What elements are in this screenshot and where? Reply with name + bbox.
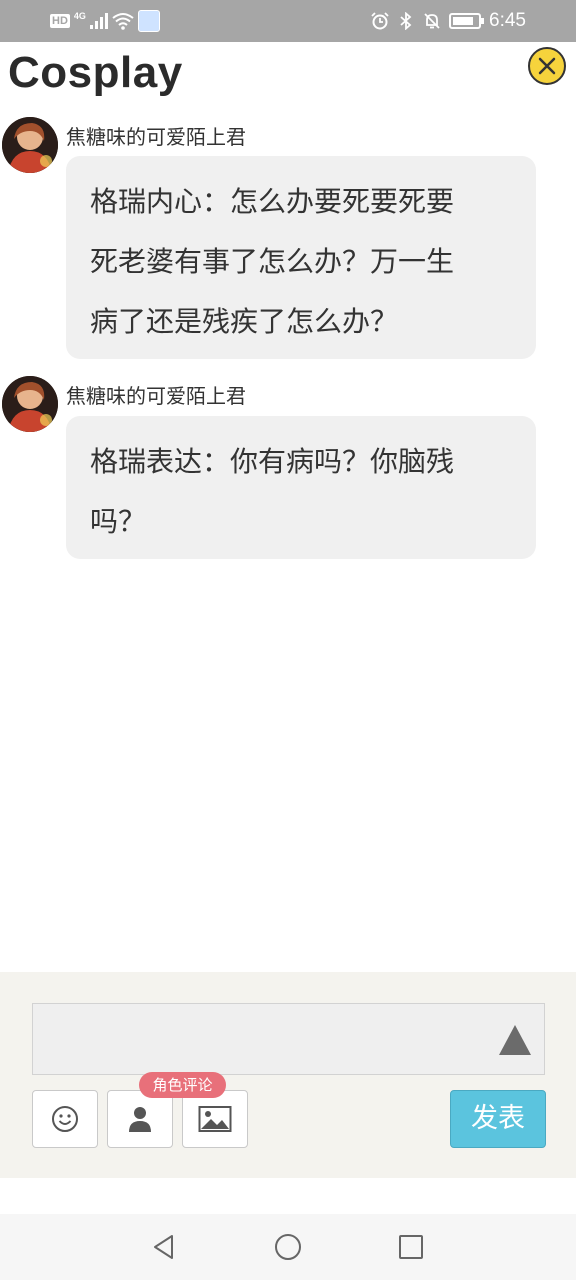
role-comment-badge[interactable]: 角色评论 [139,1072,226,1098]
status-right: 6:45 [371,8,526,34]
avatar-image [2,117,58,173]
message-text-line: 死老婆有事了怎么办？万一生 [90,245,455,278]
message-text-line: 病了还是残疾了怎么办？ [90,305,399,338]
back-icon[interactable] [150,1232,180,1262]
avatar-image [2,376,58,432]
alarm-icon [371,12,389,30]
message-text-line: 格瑞表达：你有病吗？你脑残 [90,445,455,478]
avatar[interactable] [2,376,58,432]
close-icon [538,57,556,75]
status-bar: HD 4G 6:45 [0,0,576,42]
mute-icon [424,13,440,29]
bluetooth-icon [400,12,412,30]
role-button[interactable] [107,1090,173,1148]
message-text-line: 吗？ [90,505,147,538]
app-notification-icon [137,10,160,32]
person-icon [129,1107,151,1132]
wifi-icon [112,13,134,30]
battery-icon [449,13,485,29]
clock: 6:45 [489,10,526,31]
message-username: 焦糖味的可爱陌上君 [66,125,246,149]
close-button[interactable] [528,47,566,85]
image-button[interactable] [182,1090,248,1148]
message-username: 焦糖味的可爱陌上君 [66,384,246,408]
emoji-icon [52,1106,78,1132]
message-text-line: 格瑞内心：怎么办要死要死要 [90,185,455,218]
network-indicator: 4G [73,11,86,21]
emoji-button[interactable] [32,1090,98,1148]
page-title: Cosplay [8,48,183,97]
triangle-up-icon[interactable] [498,1024,532,1056]
message-bubble: 格瑞内心：怎么办要死要死要 死老婆有事了怎么办？万一生 病了还是残疾了怎么办？ [66,156,536,359]
comment-input[interactable] [32,1003,545,1075]
send-button[interactable]: 发表 [450,1090,546,1148]
navigation-bar [0,1214,576,1280]
avatar[interactable] [2,117,58,173]
status-left: HD 4G [50,8,160,34]
hd-indicator: HD [50,14,70,28]
recents-icon[interactable] [396,1232,426,1262]
signal-icon [89,13,108,29]
image-icon [198,1106,232,1132]
message-bubble: 格瑞表达：你有病吗？你脑残 吗？ [66,416,536,559]
composer-panel: 角色评论 发表 [0,972,576,1178]
home-icon[interactable] [273,1232,303,1262]
